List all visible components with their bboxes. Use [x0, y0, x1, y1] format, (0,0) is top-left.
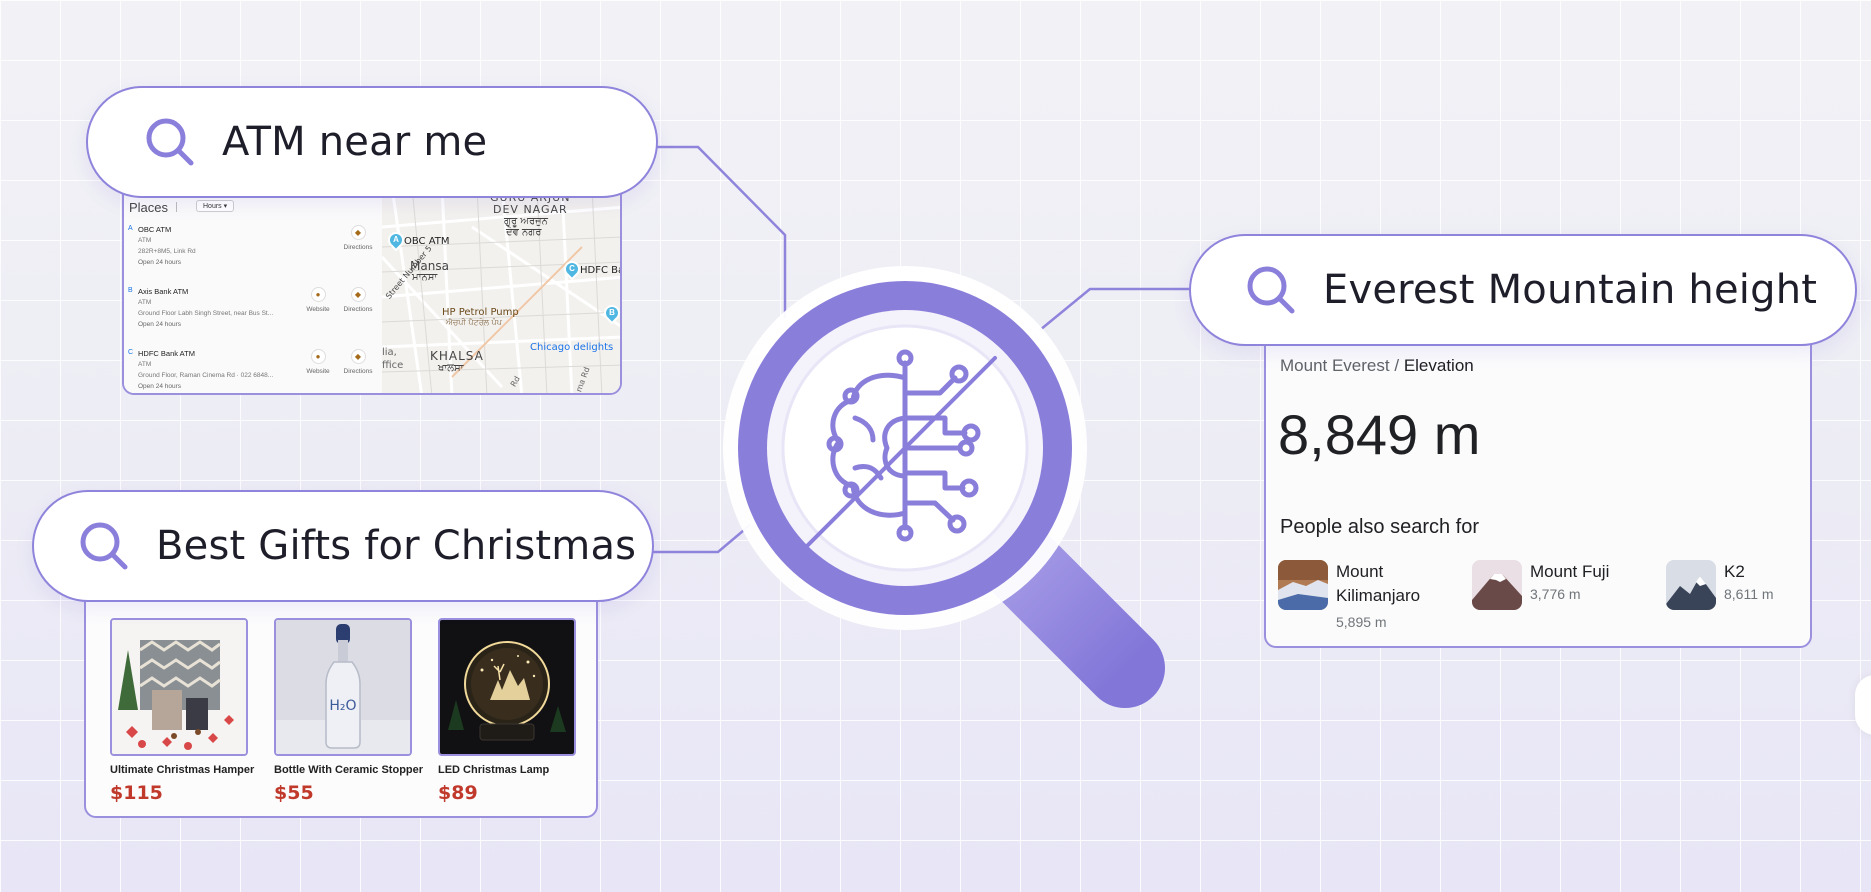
- search-icon: [1247, 266, 1295, 314]
- item-type: ATM: [138, 299, 152, 306]
- directions-icon: ◆: [350, 287, 366, 302]
- product-card[interactable]: LED Christmas Lamp $89: [438, 618, 576, 804]
- directions-button[interactable]: ◆ Directions: [338, 349, 378, 375]
- product-name[interactable]: Bottle With Ceramic Stopper: [274, 764, 423, 776]
- product-price: $115: [110, 782, 163, 804]
- related-item[interactable]: K2 8,611 m: [1666, 560, 1810, 640]
- website-button[interactable]: ● Website: [298, 349, 338, 375]
- search-query: Everest Mountain height: [1323, 267, 1818, 313]
- map-view[interactable]: GURU ARJUN DEV NAGAR ਗੁਰੂ ਅਰਜੁਨ ਦੇਵ ਨਗਰ …: [382, 187, 620, 393]
- map-label: ffice: [382, 360, 404, 371]
- breadcrumb-separator: /: [1394, 356, 1400, 375]
- directions-icon: ◆: [350, 225, 366, 240]
- item-name[interactable]: Axis Bank ATM: [138, 287, 188, 296]
- list-item[interactable]: C HDFC Bank ATM ATM Ground Floor, Raman …: [124, 349, 382, 393]
- search-query: Best Gifts for Christmas: [156, 523, 637, 569]
- product-image-hamper[interactable]: [110, 618, 248, 756]
- related-item[interactable]: Mount Kilimanjaro 5,895 m: [1278, 560, 1468, 640]
- website-label: Website: [306, 306, 330, 313]
- related-height: 8,611 m: [1724, 586, 1774, 602]
- item-type: ATM: [138, 237, 152, 244]
- thumbnail-fuji: [1472, 560, 1522, 610]
- related-name[interactable]: K2: [1724, 560, 1810, 584]
- related-height: 3,776 m: [1530, 586, 1581, 602]
- product-card[interactable]: Ultimate Christmas Hamper $115: [110, 618, 254, 804]
- product-image-lamp[interactable]: [438, 618, 576, 756]
- list-item[interactable]: B Axis Bank ATM ATM Ground Floor Labh Si…: [124, 287, 382, 345]
- breadcrumb: Mount Everest / Elevation: [1280, 356, 1474, 376]
- search-icon: [80, 522, 128, 570]
- answer-value: 8,849 m: [1278, 403, 1481, 466]
- map-label: ਮਾਨਸਾ: [412, 272, 438, 283]
- atm-result-card: Places Hours ▾ A OBC ATM ATM 282R+8M5, L…: [122, 185, 622, 395]
- item-name[interactable]: HDFC Bank ATM: [138, 349, 195, 358]
- product-price: $89: [438, 782, 478, 804]
- list-item[interactable]: A OBC ATM ATM 282R+8M5, Link Rd Open 24 …: [124, 225, 382, 283]
- hours-filter[interactable]: Hours ▾: [196, 200, 235, 212]
- item-address: 282R+8M5, Link Rd: [138, 248, 196, 255]
- map-label: lia,: [382, 347, 397, 358]
- item-status: Open 24 hours: [138, 259, 182, 266]
- map-label: HDFC Ba: [580, 265, 620, 276]
- divider: [176, 202, 177, 212]
- directions-icon: ◆: [350, 349, 366, 364]
- item-address: Ground Floor, Raman Cinema Rd · 022 6848…: [138, 372, 274, 379]
- website-icon: ●: [310, 287, 326, 302]
- product-price: $55: [274, 782, 314, 804]
- search-bar-atm[interactable]: ATM near me: [86, 86, 658, 198]
- search-query: ATM near me: [222, 119, 488, 165]
- places-list: Places Hours ▾ A OBC ATM ATM 282R+8M5, L…: [124, 187, 382, 393]
- item-letter: B: [128, 287, 133, 294]
- people-also-search-heading: People also search for: [1280, 516, 1480, 538]
- website-icon: ●: [310, 349, 326, 364]
- map-label: DEV NAGAR: [493, 203, 568, 216]
- related-name[interactable]: Mount Fuji: [1530, 560, 1650, 584]
- directions-button[interactable]: ◆ Directions: [338, 287, 378, 313]
- everest-result-card: Mount Everest / Elevation 8,849 m People…: [1264, 340, 1812, 648]
- search-bar-everest[interactable]: Everest Mountain height: [1189, 234, 1857, 346]
- item-type: ATM: [138, 361, 152, 368]
- item-status: Open 24 hours: [138, 321, 182, 328]
- thumbnail-kilimanjaro: [1278, 560, 1328, 610]
- related-item[interactable]: Mount Fuji 3,776 m: [1472, 560, 1662, 640]
- product-image-bottle[interactable]: H₂O: [274, 618, 412, 756]
- website-button[interactable]: ● Website: [298, 287, 338, 313]
- map-label: KHALSA: [430, 349, 484, 363]
- map-streets: [382, 187, 620, 393]
- breadcrumb-current: Elevation: [1403, 356, 1474, 375]
- item-address: Ground Floor Labh Singh Street, near Bus…: [138, 310, 274, 317]
- magnifier-icon: [723, 266, 1165, 708]
- directions-label: Directions: [343, 368, 373, 375]
- item-status: Open 24 hours: [138, 383, 182, 390]
- item-letter: A: [128, 225, 133, 232]
- bottle-label: H₂O: [329, 698, 356, 714]
- item-name[interactable]: OBC ATM: [138, 225, 171, 234]
- map-label: ਦੇਵ ਨਗਰ: [506, 227, 542, 238]
- product-card[interactable]: H₂O Bottle With Ceramic Stopper $55: [274, 618, 423, 804]
- search-icon: [146, 118, 194, 166]
- map-label: ਐਚਪੀ ਪੈਟਰੋਲ ਪੰਪ: [446, 318, 502, 327]
- search-bar-gifts[interactable]: Best Gifts for Christmas: [32, 490, 654, 602]
- thumbnail-k2: [1666, 560, 1716, 610]
- related-name[interactable]: Mount Kilimanjaro: [1336, 560, 1456, 608]
- directions-label: Directions: [343, 306, 373, 313]
- product-name[interactable]: Ultimate Christmas Hamper: [110, 764, 254, 776]
- breadcrumb-parent[interactable]: Mount Everest: [1280, 356, 1390, 375]
- places-label: Places: [129, 200, 169, 215]
- product-name[interactable]: LED Christmas Lamp: [438, 764, 576, 776]
- map-label: HP Petrol Pump: [442, 307, 519, 318]
- directions-label: Directions: [343, 244, 373, 251]
- related-height: 5,895 m: [1336, 614, 1387, 630]
- item-letter: C: [128, 349, 134, 356]
- gifts-result-card: Ultimate Christmas Hamper $115 H₂O Bottl…: [84, 600, 598, 818]
- side-edge-element: [1855, 675, 1871, 735]
- website-label: Website: [306, 368, 330, 375]
- map-label: ਗੁਰੂ ਅਰਜੁਨ: [504, 216, 548, 227]
- map-label: Chicago delights: [530, 342, 614, 353]
- directions-button[interactable]: ◆ Directions: [338, 225, 378, 251]
- map-label: ਖਾਲਸਾ: [438, 363, 464, 374]
